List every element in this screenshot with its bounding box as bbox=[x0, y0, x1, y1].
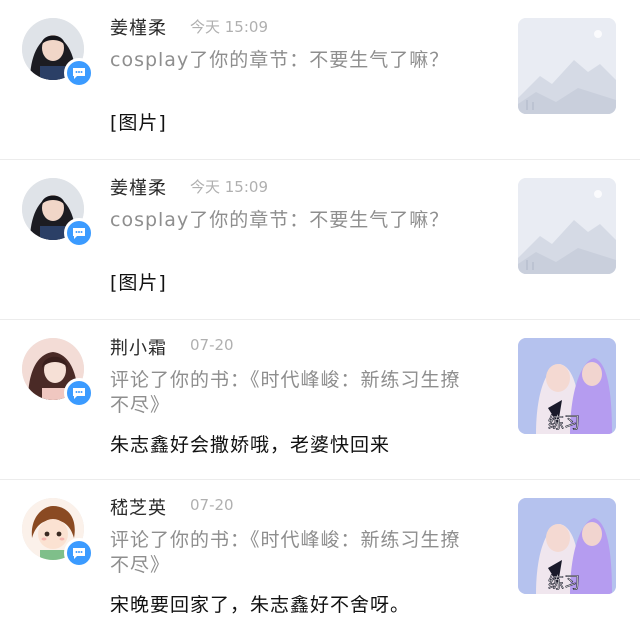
activity-text: 评论了你的书：《时代峰峻：新练习生撩不尽》 bbox=[110, 529, 461, 576]
user-name[interactable]: 荆小霜 bbox=[110, 334, 167, 360]
comment-badge-icon bbox=[64, 378, 94, 408]
comment-badge-icon bbox=[64, 218, 94, 248]
svg-text:练习: 练习 bbox=[548, 573, 580, 592]
comment-content: 朱志鑫好会撒娇哦，老婆快回来 bbox=[110, 434, 391, 456]
user-name[interactable]: 姜槿柔 bbox=[110, 174, 167, 200]
timestamp: 今天 15:09 bbox=[190, 178, 268, 196]
notification-row[interactable]: 姜槿柔 今天 15:09 cosplay了你的章节：不要生气了嘛？ [图片] bbox=[0, 160, 640, 320]
svg-text:练习: 练习 bbox=[548, 413, 580, 432]
notification-row[interactable]: 姜槿柔 今天 15:09 cosplay了你的章节：不要生气了嘛？ [图片] bbox=[0, 0, 640, 160]
activity-text: cosplay了你的章节：不要生气了嘛？ bbox=[110, 209, 450, 231]
book-cover-icon[interactable]: 练习 bbox=[518, 338, 616, 434]
notification-row[interactable]: 荆小霜 07-20 评论了你的书：《时代峰峻：新练习生撩不尽》 朱志鑫好会撒娇哦… bbox=[0, 320, 640, 480]
comment-badge-icon bbox=[64, 58, 94, 88]
timestamp: 今天 15:09 bbox=[190, 18, 268, 36]
avatar[interactable] bbox=[22, 178, 94, 248]
activity-text: 评论了你的书：《时代峰峻：新练习生撩不尽》 bbox=[110, 369, 461, 416]
comment-content: 宋晚要回家了，朱志鑫好不舍呀。 bbox=[110, 594, 411, 616]
user-name[interactable]: 嵇芝英 bbox=[110, 494, 167, 520]
image-placeholder-icon[interactable] bbox=[518, 178, 616, 274]
user-name[interactable]: 姜槿柔 bbox=[110, 14, 167, 40]
comment-content: [图片] bbox=[110, 112, 167, 134]
image-placeholder-icon[interactable] bbox=[518, 18, 616, 114]
comment-content: [图片] bbox=[110, 272, 167, 294]
notification-row[interactable]: 嵇芝英 07-20 评论了你的书：《时代峰峻：新练习生撩不尽》 宋晚要回家了，朱… bbox=[0, 480, 640, 640]
notification-list: 姜槿柔 今天 15:09 cosplay了你的章节：不要生气了嘛？ [图片] 姜… bbox=[0, 0, 640, 640]
avatar[interactable] bbox=[22, 18, 94, 88]
book-cover-icon[interactable]: 练习 bbox=[518, 498, 616, 594]
avatar[interactable] bbox=[22, 338, 94, 408]
comment-badge-icon bbox=[64, 538, 94, 568]
timestamp: 07-20 bbox=[190, 496, 234, 514]
timestamp: 07-20 bbox=[190, 336, 234, 354]
activity-text: cosplay了你的章节：不要生气了嘛？ bbox=[110, 49, 450, 71]
avatar[interactable] bbox=[22, 498, 94, 568]
